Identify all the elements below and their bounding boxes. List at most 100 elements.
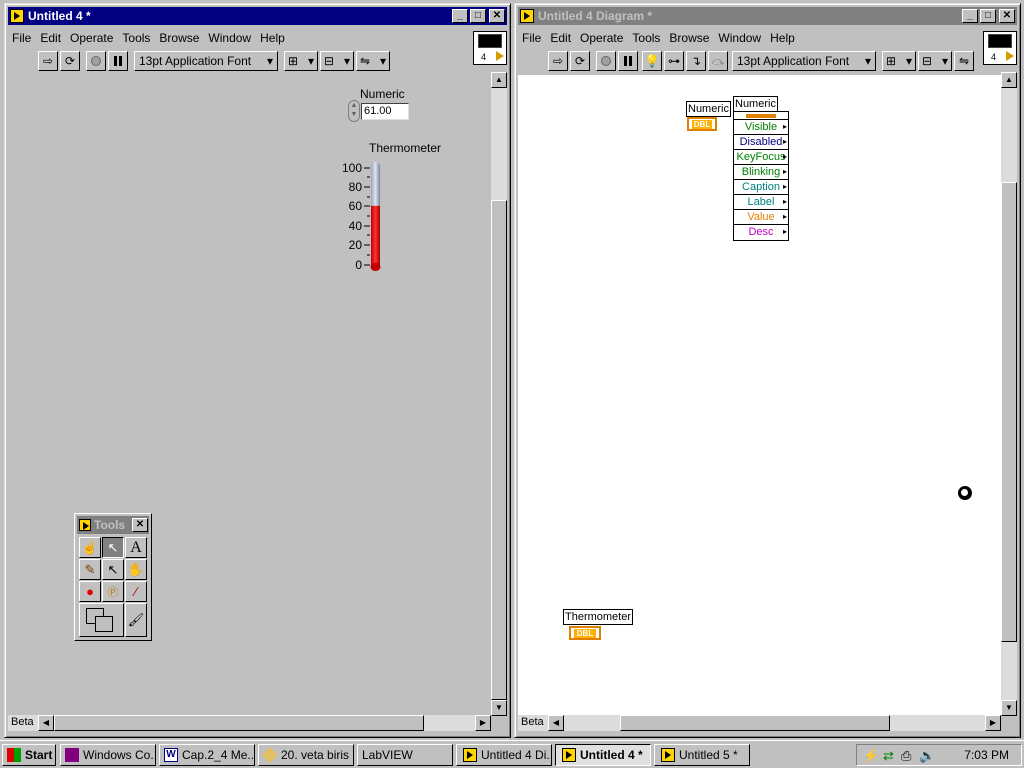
menu-operate[interactable]: Operate (70, 31, 113, 45)
increment-arrows[interactable]: ▲ ▼ (348, 100, 360, 122)
start-button[interactable]: Start (2, 744, 56, 766)
property-blinking[interactable]: Blinking (734, 165, 788, 180)
distribute-objects-button[interactable]: ⊟ ▾ (918, 51, 952, 71)
task-document[interactable]: 20. veta biris ... (258, 744, 354, 766)
run-button[interactable]: ⇨ (38, 51, 58, 71)
wiring-tool[interactable]: ✎ (79, 559, 101, 580)
minimize-button[interactable]: _ (452, 9, 468, 23)
vi-icon[interactable]: 4 (983, 31, 1017, 65)
property-node-label[interactable]: Numeric (733, 96, 778, 112)
property-value[interactable]: Value (734, 210, 788, 225)
scroll-thumb[interactable] (491, 200, 507, 700)
menu-file[interactable]: File (12, 31, 31, 45)
abort-button[interactable] (86, 51, 106, 71)
maximize-button[interactable]: □ (980, 9, 996, 23)
numeric-terminal[interactable]: DBL (687, 117, 717, 131)
abort-button[interactable] (596, 51, 616, 71)
menu-browse[interactable]: Browse (159, 31, 199, 45)
diagram-titlebar[interactable]: Untitled 4 Diagram * _ □ ✕ (518, 7, 1017, 25)
front-panel-titlebar[interactable]: Untitled 4 * _ □ ✕ (8, 7, 507, 25)
front-panel-vscroll[interactable]: ▲ ▼ (491, 72, 507, 716)
task-word-document[interactable]: W Cap.2_4 Me... (159, 744, 255, 766)
distribute-objects-button[interactable]: ⊟ ▾ (320, 51, 354, 71)
thermometer-terminal-label[interactable]: Thermometer (563, 609, 634, 625)
vi-icon[interactable]: 4 (473, 31, 507, 65)
front-panel-hscroll[interactable]: Beta ◀ ▶ (8, 715, 491, 731)
color-tool[interactable] (79, 603, 124, 637)
menu-edit[interactable]: Edit (550, 31, 571, 45)
run-button[interactable]: ⇨ (548, 51, 568, 71)
align-objects-button[interactable]: ⊞ ▾ (284, 51, 318, 71)
scroll-left-button[interactable]: ◀ (38, 715, 54, 731)
scroll-right-button[interactable]: ▶ (475, 715, 491, 731)
scroll-left-button[interactable]: ◀ (548, 715, 564, 731)
run-continuously-button[interactable]: ⟳ (60, 51, 80, 71)
retain-wire-values-button[interactable]: ⊶ (664, 51, 684, 71)
reorder-button[interactable]: ⇋ ▾ (356, 51, 390, 71)
thermometer-terminal[interactable]: DBL (569, 626, 601, 640)
step-over-button[interactable]: ⤼ (708, 51, 728, 71)
scroll-thumb[interactable] (1001, 182, 1017, 642)
task-untitled-4-diagram[interactable]: Untitled 4 Di... (456, 744, 552, 766)
property-node[interactable]: Visible Disabled KeyFocus Blinking Capti… (733, 111, 789, 241)
align-objects-button[interactable]: ⊞ ▾ (882, 51, 916, 71)
property-disabled[interactable]: Disabled (734, 135, 788, 150)
paintbrush-tool[interactable]: 🖌 (125, 603, 147, 637)
scroll-right-button[interactable]: ▶ (985, 715, 1001, 731)
tray-speaker-icon[interactable]: 🔈 (919, 748, 935, 764)
font-select[interactable]: 13pt Application Font ▾ (134, 51, 278, 71)
task-untitled-5[interactable]: Untitled 5 * (654, 744, 750, 766)
task-windows-commander[interactable]: Windows Co... (60, 744, 156, 766)
scroll-tool[interactable]: ✋ (125, 559, 147, 580)
property-visible[interactable]: Visible (734, 120, 788, 135)
breakpoint-tool[interactable]: ● (79, 581, 101, 602)
tray-tools-icon[interactable]: ⚡ (863, 748, 879, 764)
pause-button[interactable] (618, 51, 638, 71)
operate-tool[interactable]: ☝ (79, 537, 101, 558)
property-label[interactable]: Label (734, 195, 788, 210)
run-continuously-button[interactable]: ⟳ (570, 51, 590, 71)
close-button[interactable]: ✕ (999, 9, 1015, 23)
numeric-input[interactable]: 61.00 (361, 103, 409, 120)
menu-window[interactable]: Window (208, 31, 251, 45)
task-labview[interactable]: LabVIEW (357, 744, 453, 766)
scroll-up-button[interactable]: ▲ (1001, 72, 1017, 88)
scroll-up-button[interactable]: ▲ (491, 72, 507, 88)
hscroll-thumb[interactable] (54, 715, 424, 731)
hscroll-thumb[interactable] (620, 715, 890, 731)
tools-close-button[interactable]: ✕ (132, 518, 148, 532)
tray-network-icon[interactable]: ⇄ (883, 748, 894, 764)
menu-tools[interactable]: Tools (122, 31, 150, 45)
scroll-down-button[interactable]: ▼ (491, 700, 507, 716)
font-select[interactable]: 13pt Application Font ▾ (732, 51, 876, 71)
position-tool[interactable]: ↖ (102, 537, 124, 558)
reorder-button[interactable]: ⇋ (954, 51, 974, 71)
property-caption[interactable]: Caption (734, 180, 788, 195)
probe-tool[interactable]: Ⓟ (102, 581, 124, 602)
property-keyfocus[interactable]: KeyFocus (734, 150, 788, 165)
menu-operate[interactable]: Operate (580, 31, 623, 45)
menu-help[interactable]: Help (770, 31, 795, 45)
tray-printer-icon[interactable]: ⎙ (901, 748, 911, 764)
step-into-button[interactable]: ↴ (686, 51, 706, 71)
clock[interactable]: 7:03 PM (964, 748, 1009, 762)
text-tool[interactable]: A (125, 537, 147, 558)
tools-palette-titlebar[interactable]: Tools ✕ (77, 516, 149, 534)
shortcut-menu-tool[interactable]: ↖ (102, 559, 124, 580)
diagram-hscroll[interactable]: Beta ◀ ▶ (518, 715, 1001, 731)
numeric-terminal-label[interactable]: Numeric (686, 101, 731, 117)
menu-window[interactable]: Window (718, 31, 761, 45)
menu-edit[interactable]: Edit (40, 31, 61, 45)
menu-tools[interactable]: Tools (632, 31, 660, 45)
property-desc[interactable]: Desc (734, 225, 788, 240)
pause-button[interactable] (108, 51, 128, 71)
scroll-down-button[interactable]: ▼ (1001, 700, 1017, 716)
task-untitled-4[interactable]: Untitled 4 * (555, 744, 651, 766)
highlight-execution-button[interactable]: 💡 (642, 51, 662, 71)
menu-help[interactable]: Help (260, 31, 285, 45)
diagram-vscroll[interactable]: ▲ ▼ (1001, 72, 1017, 716)
close-button[interactable]: ✕ (489, 9, 505, 23)
menu-file[interactable]: File (522, 31, 541, 45)
color-copy-tool[interactable]: ⁄ (125, 581, 147, 602)
maximize-button[interactable]: □ (470, 9, 486, 23)
